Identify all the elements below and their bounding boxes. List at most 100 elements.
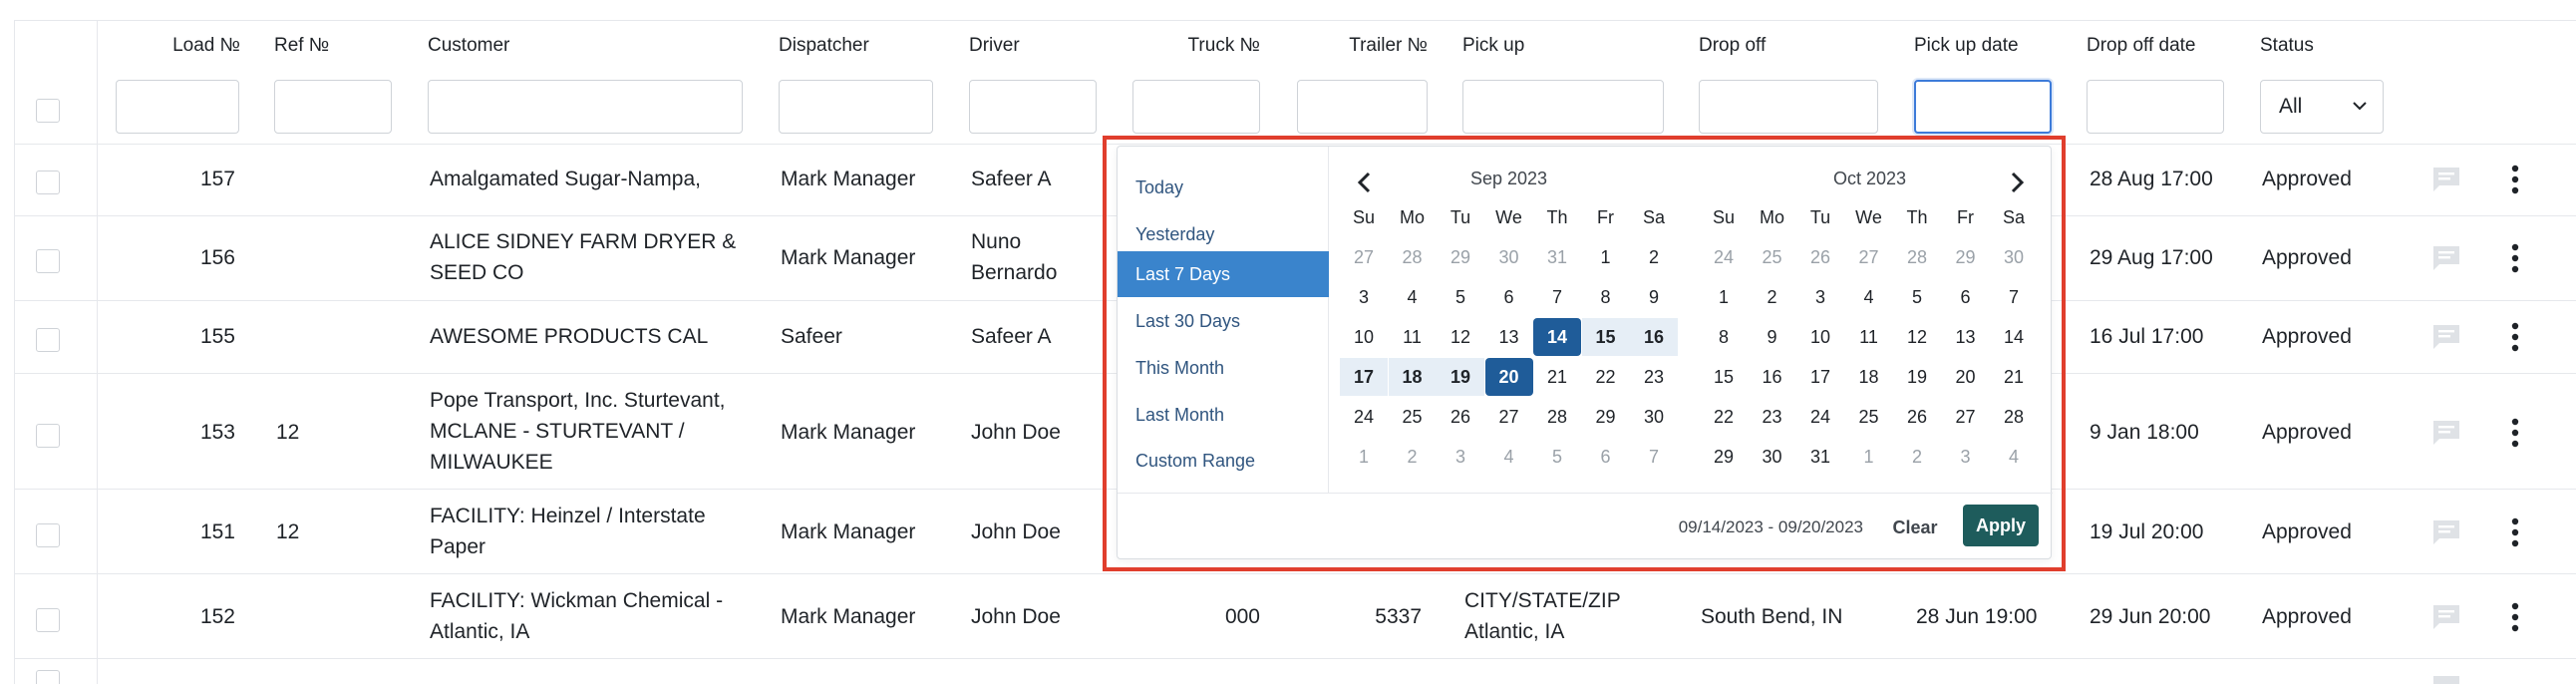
calendar-day[interactable]: 30 (1630, 398, 1678, 436)
calendar-day[interactable]: 9 (1630, 278, 1678, 316)
range-today[interactable]: Today (1118, 165, 1329, 210)
calendar-day[interactable]: 9 (1749, 318, 1796, 356)
calendar-day[interactable]: 13 (1942, 318, 1990, 356)
calendar-day[interactable]: 19 (1437, 358, 1484, 396)
filter-ref-no-input[interactable] (274, 80, 392, 134)
calendar-day[interactable]: 16 (1749, 358, 1796, 396)
calendar-day[interactable]: 28 (1389, 238, 1437, 276)
more-vertical-icon[interactable] (2508, 322, 2522, 352)
calendar-day[interactable]: 30 (1485, 238, 1533, 276)
header-pick-up-date[interactable]: Pick up date (1914, 35, 2019, 57)
calendar-day[interactable]: 26 (1796, 238, 1844, 276)
calendar-day[interactable]: 17 (1340, 358, 1388, 396)
calendar-day[interactable]: 17 (1796, 358, 1844, 396)
calendar-day[interactable]: 18 (1845, 358, 1893, 396)
calendar-day[interactable]: 3 (1437, 438, 1484, 476)
calendar-day[interactable]: 3 (1340, 278, 1388, 316)
calendar-day[interactable]: 24 (1796, 398, 1844, 436)
calendar-day[interactable]: 8 (1582, 278, 1630, 316)
row-checkbox[interactable] (36, 523, 60, 547)
calendar-day[interactable]: 3 (1796, 278, 1844, 316)
filter-load-no-input[interactable] (116, 80, 239, 134)
message-icon[interactable] (2430, 674, 2462, 684)
calendar-day[interactable]: 28 (1990, 398, 2038, 436)
calendar-day[interactable]: 29 (1582, 398, 1630, 436)
calendar-day[interactable]: 14 (1533, 318, 1581, 356)
calendar-day[interactable]: 20 (1942, 358, 1990, 396)
calendar-day[interactable]: 31 (1796, 438, 1844, 476)
more-vertical-icon[interactable] (2508, 243, 2522, 273)
calendar-day[interactable]: 7 (1630, 438, 1678, 476)
apply-button[interactable]: Apply (1963, 505, 2039, 546)
header-load-no[interactable]: Load № (150, 35, 240, 57)
filter-dispatcher-input[interactable] (779, 80, 933, 134)
header-drop-off-date[interactable]: Drop off date (2087, 35, 2196, 57)
calendar-day[interactable]: 10 (1796, 318, 1844, 356)
filter-driver-input[interactable] (969, 80, 1097, 134)
filter-drop-off-date-input[interactable] (2087, 80, 2224, 134)
row-checkbox[interactable] (36, 424, 60, 448)
calendar-day[interactable]: 30 (1749, 438, 1796, 476)
calendar-day[interactable]: 2 (1893, 438, 1941, 476)
row-checkbox[interactable] (36, 328, 60, 352)
filter-trailer-no-input[interactable] (1297, 80, 1428, 134)
calendar-day[interactable]: 4 (1485, 438, 1533, 476)
calendar-day[interactable]: 26 (1893, 398, 1941, 436)
calendar-day[interactable]: 4 (1990, 438, 2038, 476)
range-last-month[interactable]: Last Month (1118, 392, 1329, 438)
select-all-checkbox[interactable] (36, 99, 60, 123)
filter-drop-off-input[interactable] (1699, 80, 1878, 134)
calendar-day[interactable]: 26 (1437, 398, 1484, 436)
calendar-day[interactable]: 2 (1389, 438, 1437, 476)
calendar-day[interactable]: 19 (1893, 358, 1941, 396)
clear-button[interactable]: Clear (1883, 508, 1947, 547)
calendar-day[interactable]: 27 (1485, 398, 1533, 436)
calendar-day[interactable]: 16 (1630, 318, 1678, 356)
header-dispatcher[interactable]: Dispatcher (779, 35, 869, 57)
calendar-day[interactable]: 8 (1700, 318, 1748, 356)
calendar-day[interactable]: 28 (1893, 238, 1941, 276)
calendar-day[interactable]: 1 (1845, 438, 1893, 476)
header-truck-no[interactable]: Truck № (1156, 35, 1260, 57)
header-pick-up[interactable]: Pick up (1462, 35, 1524, 57)
calendar-day[interactable]: 12 (1437, 318, 1484, 356)
calendar-day[interactable]: 1 (1700, 278, 1748, 316)
calendar-day[interactable]: 10 (1340, 318, 1388, 356)
calendar-day[interactable]: 24 (1340, 398, 1388, 436)
calendar-day[interactable]: 23 (1630, 358, 1678, 396)
calendar-day[interactable]: 31 (1533, 238, 1581, 276)
calendar-day[interactable]: 6 (1582, 438, 1630, 476)
message-icon[interactable] (2430, 244, 2462, 272)
calendar-day[interactable]: 22 (1582, 358, 1630, 396)
range-last-30-days[interactable]: Last 30 Days (1118, 298, 1329, 344)
calendar-day[interactable]: 25 (1389, 398, 1437, 436)
calendar-day[interactable]: 4 (1389, 278, 1437, 316)
calendar-day[interactable]: 4 (1845, 278, 1893, 316)
header-customer[interactable]: Customer (428, 35, 509, 57)
range-custom[interactable]: Custom Range (1118, 438, 1329, 484)
message-icon[interactable] (2430, 419, 2462, 447)
header-driver[interactable]: Driver (969, 35, 1020, 57)
calendar-day[interactable]: 27 (1340, 238, 1388, 276)
row-checkbox[interactable] (36, 670, 60, 684)
row-checkbox[interactable] (36, 249, 60, 273)
header-drop-off[interactable]: Drop off (1699, 35, 1766, 57)
calendar-day[interactable]: 21 (1990, 358, 2038, 396)
calendar-day[interactable]: 1 (1340, 438, 1388, 476)
range-this-month[interactable]: This Month (1118, 345, 1329, 391)
filter-pick-up-date-input[interactable] (1914, 80, 2052, 134)
row-checkbox[interactable] (36, 608, 60, 632)
header-ref-no[interactable]: Ref № (274, 35, 329, 57)
prev-month-icon[interactable] (1355, 171, 1375, 194)
calendar-day[interactable]: 11 (1845, 318, 1893, 356)
calendar-day[interactable]: 6 (1485, 278, 1533, 316)
more-vertical-icon[interactable] (2508, 517, 2522, 547)
calendar-day[interactable]: 7 (1533, 278, 1581, 316)
calendar-day[interactable]: 2 (1630, 238, 1678, 276)
calendar-day[interactable]: 25 (1845, 398, 1893, 436)
calendar-day[interactable]: 18 (1388, 358, 1437, 396)
calendar-day[interactable]: 15 (1581, 318, 1630, 356)
calendar-day[interactable]: 3 (1942, 438, 1990, 476)
calendar-day[interactable]: 29 (1700, 438, 1748, 476)
calendar-day[interactable]: 5 (1533, 438, 1581, 476)
